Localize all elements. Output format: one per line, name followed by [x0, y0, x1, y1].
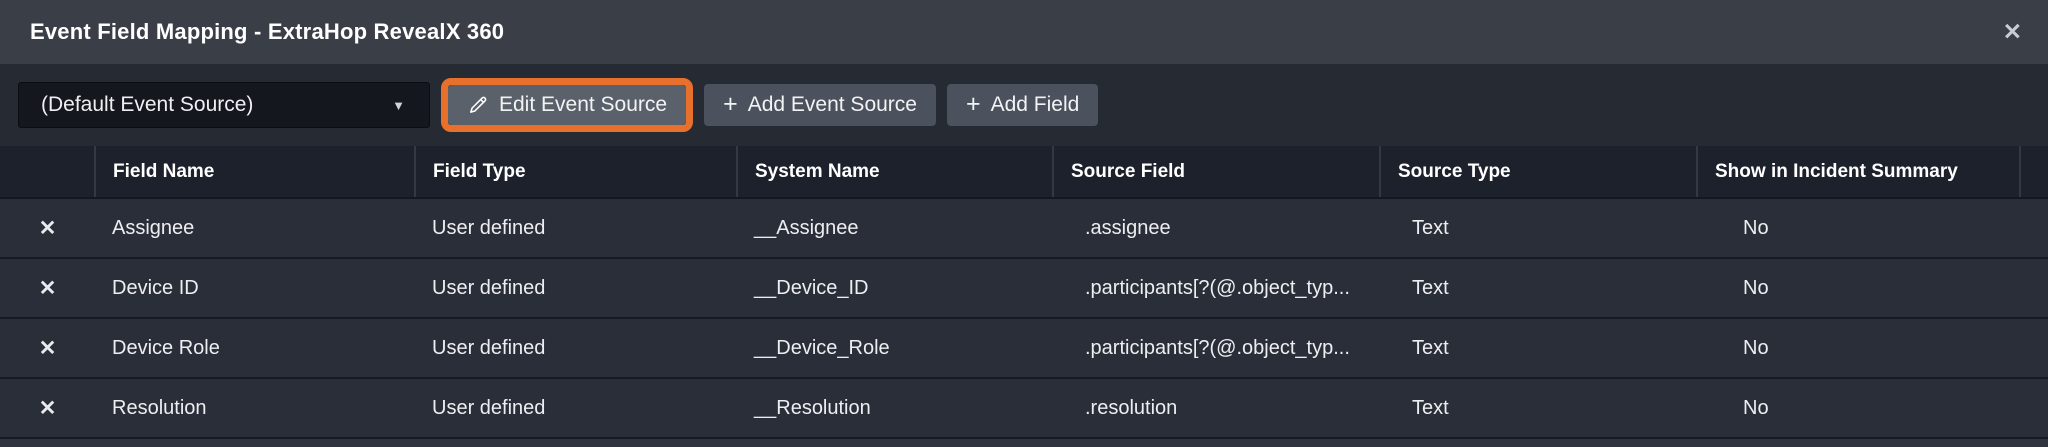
next-row-edge	[0, 439, 2048, 447]
close-icon[interactable]: ✕	[2003, 21, 2022, 44]
gutter-cell	[2020, 318, 2048, 378]
chevron-down-icon: ▼	[392, 98, 405, 113]
cell-source-type: Text	[1380, 258, 1697, 318]
cell-source-field: .participants[?(@.object_typ...	[1053, 318, 1380, 378]
delete-row-button[interactable]: ✕	[0, 198, 95, 258]
column-header-source-field: Source Field	[1053, 146, 1380, 198]
column-header-source-type: Source Type	[1380, 146, 1697, 198]
gutter-column-header	[2020, 146, 2048, 198]
event-source-select[interactable]: (Default Event Source) ▼	[18, 82, 430, 128]
add-event-source-button[interactable]: + Add Event Source	[704, 84, 936, 126]
field-mapping-table: Field Name Field Type System Name Source…	[0, 146, 2048, 439]
cell-system-name: __Assignee	[737, 198, 1053, 258]
table-header-row: Field Name Field Type System Name Source…	[0, 146, 2048, 198]
dialog-titlebar: Event Field Mapping - ExtraHop RevealX 3…	[0, 0, 2048, 64]
delete-row-button[interactable]: ✕	[0, 318, 95, 378]
event-field-mapping-dialog: Event Field Mapping - ExtraHop RevealX 3…	[0, 0, 2048, 447]
column-header-system-name: System Name	[737, 146, 1053, 198]
cell-field-name: Device Role	[95, 318, 415, 378]
add-field-button[interactable]: + Add Field	[947, 84, 1098, 126]
gutter-cell	[2020, 198, 2048, 258]
cell-source-field: .participants[?(@.object_typ...	[1053, 258, 1380, 318]
edit-event-source-button[interactable]: Edit Event Source	[448, 85, 686, 125]
cell-field-type: User defined	[415, 318, 737, 378]
table-row[interactable]: ✕ Device ID User defined __Device_ID .pa…	[0, 258, 2048, 318]
edit-event-source-label: Edit Event Source	[499, 93, 667, 117]
cell-system-name: __Device_ID	[737, 258, 1053, 318]
cell-field-type: User defined	[415, 258, 737, 318]
gutter-cell	[2020, 378, 2048, 438]
column-header-show-in-incident-summary: Show in Incident Summary	[1697, 146, 2020, 198]
toolbar: (Default Event Source) ▼ Edit Event Sour…	[0, 64, 2048, 146]
cell-show-in-incident-summary: No	[1697, 378, 2020, 438]
event-source-select-value: (Default Event Source)	[41, 93, 253, 117]
cell-source-field: .assignee	[1053, 198, 1380, 258]
cell-field-name: Resolution	[95, 378, 415, 438]
table-row[interactable]: ✕ Device Role User defined __Device_Role…	[0, 318, 2048, 378]
dialog-title: Event Field Mapping - ExtraHop RevealX 3…	[30, 19, 504, 45]
add-event-source-label: Add Event Source	[748, 93, 917, 117]
cell-field-type: User defined	[415, 378, 737, 438]
cell-system-name: __Resolution	[737, 378, 1053, 438]
delete-column-header	[0, 146, 95, 198]
pencil-icon	[467, 94, 489, 116]
plus-icon: +	[966, 92, 981, 117]
column-header-field-type: Field Type	[415, 146, 737, 198]
table-row[interactable]: ✕ Resolution User defined __Resolution .…	[0, 378, 2048, 438]
add-field-label: Add Field	[991, 93, 1080, 117]
cell-field-name: Device ID	[95, 258, 415, 318]
cell-show-in-incident-summary: No	[1697, 198, 2020, 258]
column-header-field-name: Field Name	[95, 146, 415, 198]
cell-source-type: Text	[1380, 318, 1697, 378]
plus-icon: +	[723, 92, 738, 117]
cell-field-name: Assignee	[95, 198, 415, 258]
cell-source-field: .resolution	[1053, 378, 1380, 438]
delete-row-button[interactable]: ✕	[0, 258, 95, 318]
edit-event-source-highlight-ring: Edit Event Source	[441, 78, 693, 132]
cell-source-type: Text	[1380, 198, 1697, 258]
cell-show-in-incident-summary: No	[1697, 318, 2020, 378]
cell-system-name: __Device_Role	[737, 318, 1053, 378]
delete-row-button[interactable]: ✕	[0, 378, 95, 438]
cell-field-type: User defined	[415, 198, 737, 258]
gutter-cell	[2020, 258, 2048, 318]
cell-source-type: Text	[1380, 378, 1697, 438]
cell-show-in-incident-summary: No	[1697, 258, 2020, 318]
table-row[interactable]: ✕ Assignee User defined __Assignee .assi…	[0, 198, 2048, 258]
